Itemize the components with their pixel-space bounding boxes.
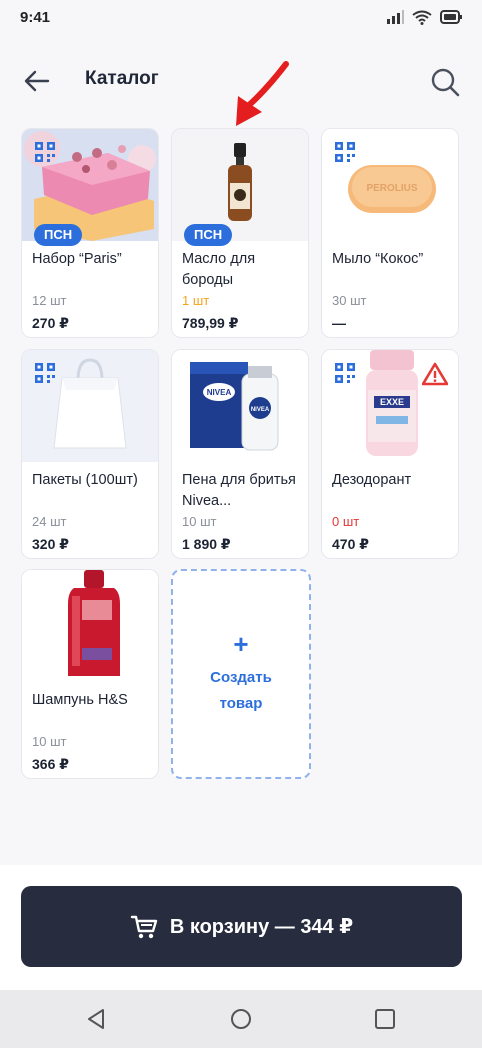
product-image: NIVEA NIVEA bbox=[172, 350, 308, 462]
back-arrow-icon bbox=[24, 70, 50, 92]
nivea-brand-bottle: NIVEA bbox=[251, 407, 270, 413]
product-quantity: 12 шт bbox=[32, 293, 67, 308]
soap-brand: PEROLIUS bbox=[366, 183, 417, 194]
product-name: Мыло “Кокос” bbox=[332, 251, 424, 267]
product-card[interactable]: ПСН Набор “Paris” 12 шт 270 ₽ bbox=[21, 128, 159, 338]
exxe-brand: EXXE bbox=[380, 397, 404, 407]
status-bar: 9:41 bbox=[0, 0, 482, 34]
product-name: Пакеты (100шт) bbox=[32, 472, 138, 488]
product-name: Дезодорант bbox=[332, 472, 412, 488]
nivea-brand-box: NIVEA bbox=[207, 388, 232, 397]
warning-icon bbox=[422, 362, 448, 386]
nav-home-icon bbox=[231, 1009, 251, 1029]
product-price: 366 ₽ bbox=[32, 756, 69, 772]
product-card[interactable]: NIVEA NIVEA Пена для бритья Nivea... 10 … bbox=[171, 349, 309, 559]
product-quantity: 0 шт bbox=[332, 514, 360, 529]
product-quantity: 10 шт bbox=[32, 734, 67, 749]
product-card[interactable]: Пакеты (100шт) 24 шт 320 ₽ bbox=[21, 349, 159, 559]
product-card[interactable]: Шампунь H&S 10 шт 366 ₽ bbox=[21, 569, 159, 779]
back-button[interactable] bbox=[22, 66, 52, 96]
nav-recents-icon bbox=[375, 1009, 395, 1029]
product-quantity: 10 шт bbox=[182, 514, 217, 529]
product-image bbox=[22, 570, 158, 682]
product-price: 320 ₽ bbox=[32, 536, 69, 552]
product-name: Пена для бритья Nivea... bbox=[182, 472, 296, 509]
psn-badge: ПСН bbox=[184, 224, 233, 246]
psn-badge: ПСН bbox=[34, 224, 83, 246]
signal-icon bbox=[387, 10, 404, 24]
wifi-icon bbox=[412, 10, 432, 25]
search-icon bbox=[431, 68, 460, 97]
cart-icon bbox=[130, 915, 158, 938]
product-quantity: 24 шт bbox=[32, 514, 67, 529]
product-price: 270 ₽ bbox=[32, 315, 69, 331]
nav-recents-button[interactable] bbox=[370, 1004, 400, 1034]
qr-icon bbox=[35, 363, 55, 383]
qr-icon bbox=[35, 142, 55, 162]
product-card[interactable]: PEROLIUS Мыло “Кокос” 30 шт — bbox=[321, 128, 459, 338]
product-card[interactable]: ПСН Масло для бороды 1 шт 789,99 ₽ bbox=[171, 128, 309, 338]
create-product-button[interactable]: + Создать товар bbox=[171, 569, 311, 779]
cart-button-label: В корзину — 344 ₽ bbox=[169, 916, 354, 938]
product-quantity: 30 шт bbox=[332, 293, 367, 308]
annotation-arrow bbox=[236, 61, 289, 126]
product-name: Масло для бороды bbox=[182, 251, 256, 288]
status-time: 9:41 bbox=[20, 8, 51, 26]
nav-back-icon bbox=[88, 1009, 104, 1029]
product-name: Набор “Paris” bbox=[32, 251, 122, 267]
search-button[interactable] bbox=[428, 65, 462, 99]
product-price: — bbox=[332, 315, 346, 331]
nav-back-button[interactable] bbox=[82, 1004, 112, 1034]
system-nav-bar bbox=[0, 990, 482, 1048]
product-name: Шампунь H&S bbox=[32, 692, 128, 708]
create-product-label: Создать товар bbox=[210, 669, 272, 712]
battery-icon bbox=[440, 10, 462, 24]
nav-home-button[interactable] bbox=[226, 1004, 256, 1034]
add-to-cart-button[interactable]: В корзину — 344 ₽ bbox=[21, 886, 462, 967]
product-price: 470 ₽ bbox=[332, 536, 369, 552]
product-card[interactable]: EXXE Дезодорант 0 шт 470 ₽ bbox=[321, 349, 459, 559]
product-price: 1 890 ₽ bbox=[182, 536, 231, 552]
product-price: 789,99 ₽ bbox=[182, 315, 239, 331]
qr-icon bbox=[335, 142, 355, 162]
qr-icon bbox=[335, 363, 355, 383]
page-title: Каталог bbox=[85, 68, 159, 89]
plus-icon: + bbox=[233, 629, 249, 659]
status-icons bbox=[386, 10, 462, 25]
product-quantity: 1 шт bbox=[182, 293, 210, 308]
